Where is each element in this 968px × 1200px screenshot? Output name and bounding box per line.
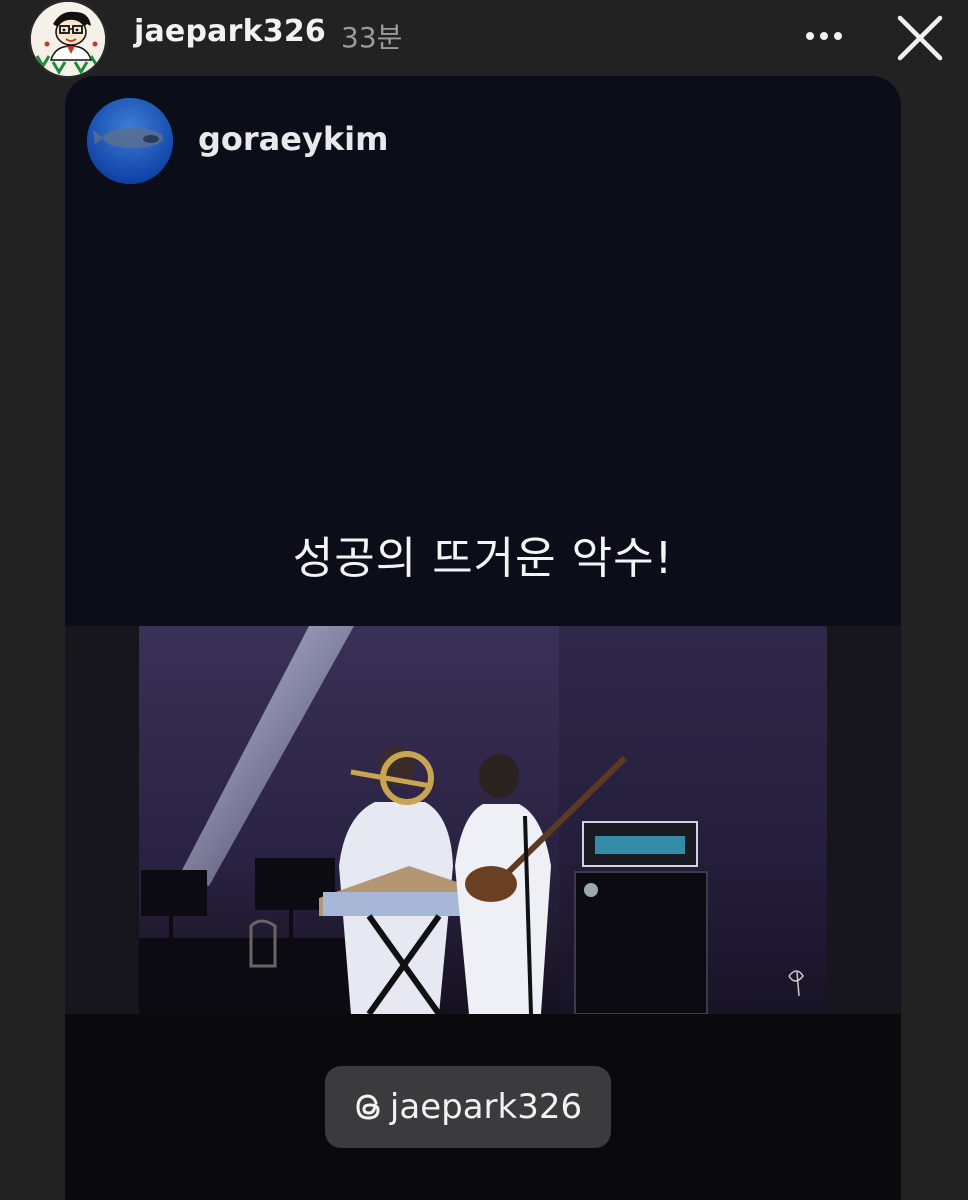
author-avatar[interactable] xyxy=(87,98,173,184)
whale-shark-icon xyxy=(87,98,173,184)
more-horizontal-icon xyxy=(806,32,842,40)
threads-icon xyxy=(356,1094,380,1120)
post-text-area: goraeykim 성공의 뜨거운 악수! xyxy=(65,76,901,626)
concert-stage-image xyxy=(139,626,827,1014)
mention-label: jaepark326 xyxy=(389,1087,583,1127)
close-button[interactable] xyxy=(888,6,952,70)
close-icon xyxy=(897,15,943,61)
author-username[interactable]: goraeykim xyxy=(198,120,388,158)
concert-video-frame[interactable] xyxy=(139,626,827,1014)
shared-post-card[interactable]: goraeykim 성공의 뜨거운 악수! xyxy=(65,76,901,1200)
story-timestamp: 33분 xyxy=(341,21,403,54)
cartoon-avatar-icon xyxy=(31,2,105,76)
story-viewer: jaepark326 33분 goraeykim 성공의 뜨거운 악수! jae… xyxy=(0,0,968,1200)
post-caption: 성공의 뜨거운 악수! xyxy=(292,533,674,584)
story-avatar[interactable] xyxy=(29,0,107,78)
story-username[interactable]: jaepark326 xyxy=(134,14,326,49)
more-options-button[interactable] xyxy=(798,14,850,58)
story-header: jaepark326 33분 xyxy=(0,0,968,78)
mention-sticker[interactable]: jaepark326 xyxy=(325,1066,611,1148)
post-media xyxy=(65,626,901,1014)
